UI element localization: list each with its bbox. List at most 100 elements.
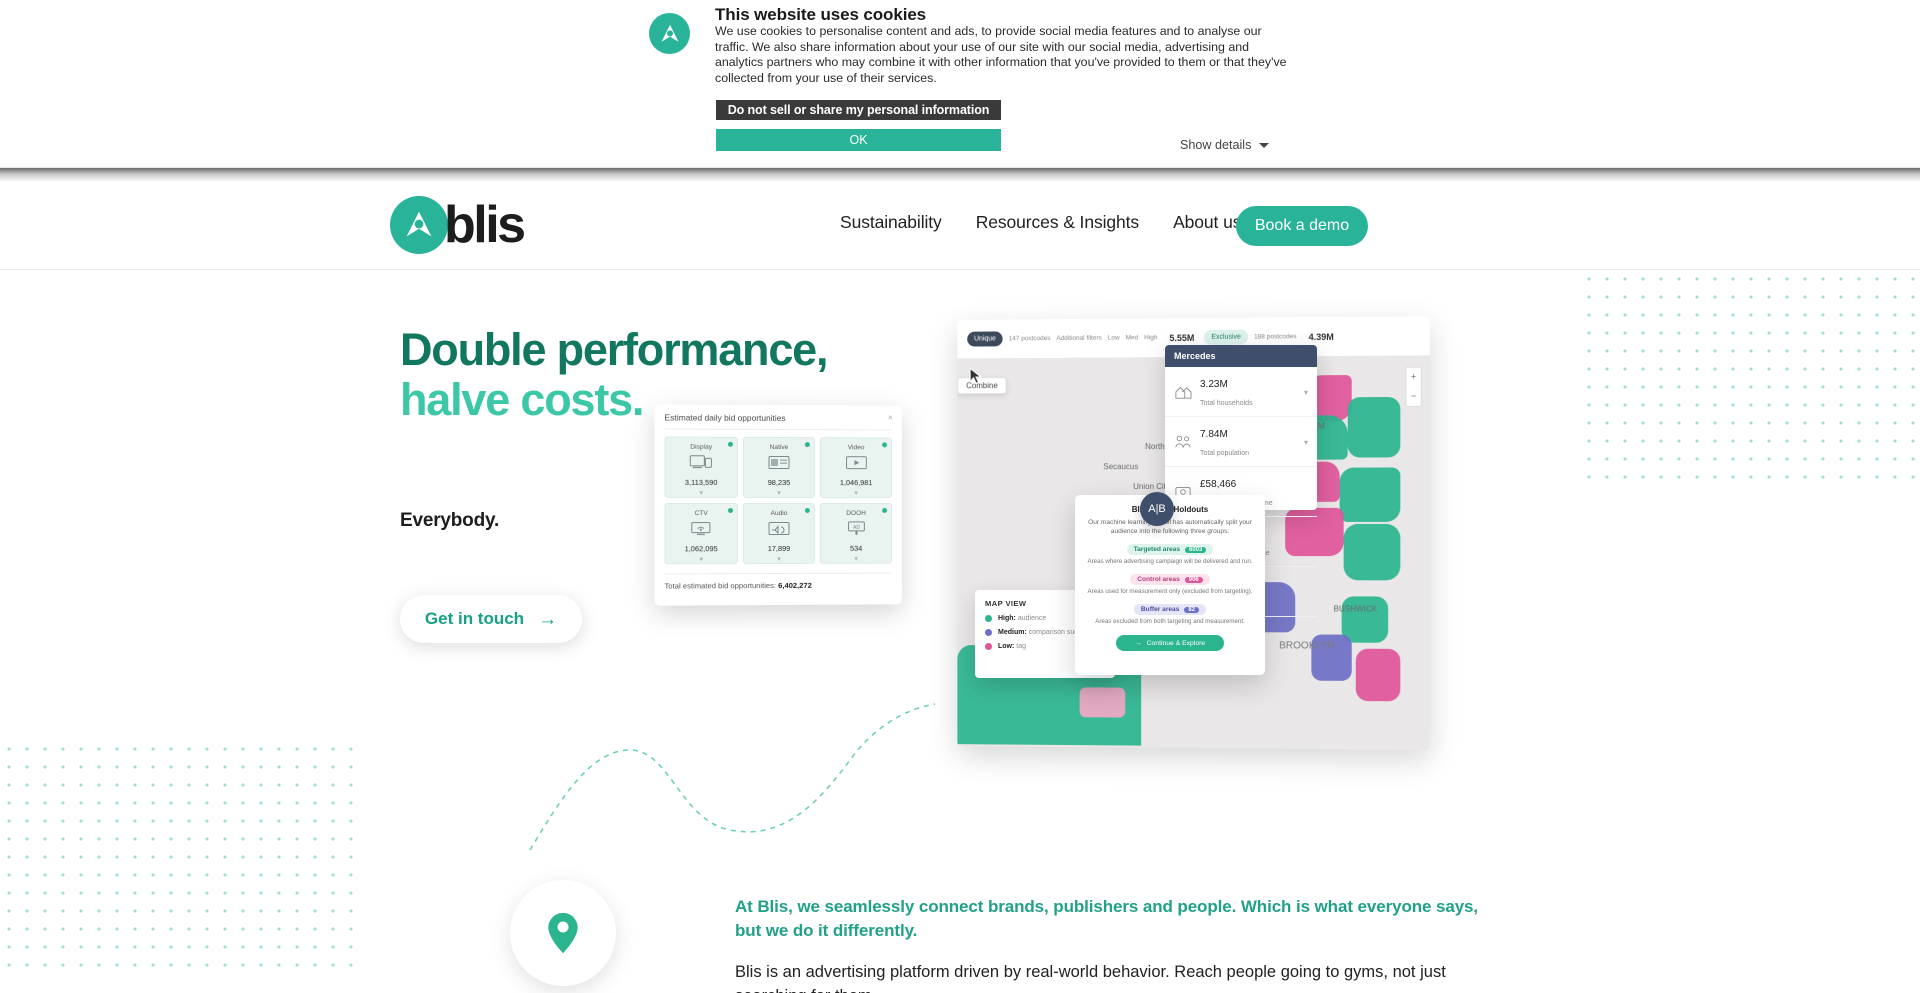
logo-wordmark: blis xyxy=(444,196,526,254)
intro-paragraph: Blis is an advertising platform driven b… xyxy=(735,963,1446,993)
bid-tile-name: Video xyxy=(847,444,865,452)
map-toggle-low[interactable]: Low xyxy=(1108,335,1120,342)
bid-tile-name: Native xyxy=(769,443,789,452)
location-pin-badge xyxy=(510,880,616,986)
smart-holdouts-card[interactable]: Blis Smart Holdouts Our machine learning… xyxy=(1075,495,1265,675)
cursor-pointer-icon xyxy=(969,367,983,385)
chevron-down-icon xyxy=(1259,142,1270,148)
cookie-banner-title: This website uses cookies xyxy=(715,5,927,24)
show-details-toggle[interactable]: Show details xyxy=(1180,138,1270,152)
zoom-in-button[interactable]: + xyxy=(1411,368,1416,387)
map-postcode-count-2: 188 postcodes xyxy=(1253,333,1297,341)
status-dot-icon xyxy=(882,442,888,448)
close-icon[interactable]: × xyxy=(888,413,893,423)
dot-pattern-bottom-left xyxy=(0,740,360,970)
get-in-touch-button[interactable]: Get in touch → xyxy=(400,595,582,643)
holdout-group-desc: Areas where advertising campaign will be… xyxy=(1087,558,1253,565)
status-dot-icon xyxy=(727,441,733,447)
bid-tile[interactable]: DOOH AD 534 ▾ xyxy=(820,503,892,564)
legend-color-swatch xyxy=(985,643,992,650)
bid-tile-value: 17,899 xyxy=(767,543,791,554)
bid-tile-name: CTV xyxy=(694,510,708,518)
legend-color-swatch xyxy=(985,629,992,636)
map-toggle-med[interactable]: Med xyxy=(1126,334,1139,341)
ab-test-avatar: A|B xyxy=(1140,492,1174,526)
blis-logo-icon xyxy=(390,196,448,254)
site-logo[interactable]: blis xyxy=(390,196,526,254)
holdout-group-chip: Buffer areas 82 xyxy=(1133,604,1207,615)
zoom-out-button[interactable]: − xyxy=(1411,387,1416,406)
chevron-down-icon[interactable]: ▾ xyxy=(1304,438,1308,447)
cookie-consent-banner: This website uses cookies We use cookies… xyxy=(0,0,1920,168)
map-additional-filters[interactable]: Additional filters xyxy=(1056,335,1101,342)
chevron-down-icon[interactable]: ▾ xyxy=(777,489,781,497)
holdouts-subtitle: Our machine learning model has automatic… xyxy=(1088,519,1252,535)
main-navigation: Sustainability Resources & Insights Abou… xyxy=(840,212,1241,233)
chevron-down-icon[interactable]: ▾ xyxy=(699,555,703,563)
hero-subhead: Everybody. xyxy=(400,510,500,531)
nav-item-about-us[interactable]: About us xyxy=(1173,212,1241,233)
map-label: BROOKLYN xyxy=(1279,640,1335,652)
cookie-ok-button[interactable]: OK xyxy=(716,129,1001,151)
map-region xyxy=(1339,467,1401,522)
audience-insights-card[interactable]: Mercedes 3.23M Total households ▾ 7.84M … xyxy=(1165,345,1317,617)
continue-explore-button[interactable]: → Continue & Explore xyxy=(1116,635,1224,651)
audience-row: 7.84M Total population ▾ xyxy=(1165,417,1317,467)
chevron-down-icon[interactable]: ▾ xyxy=(1304,388,1308,397)
headline-line-1: Double performance, xyxy=(400,324,828,375)
banner-shadow-divider xyxy=(0,168,1920,182)
display-icon xyxy=(690,455,712,475)
nav-item-resources-insights[interactable]: Resources & Insights xyxy=(976,212,1139,233)
chevron-down-icon[interactable]: ▾ xyxy=(699,489,703,497)
chevron-down-icon[interactable]: ▾ xyxy=(854,489,857,497)
video-icon xyxy=(845,455,867,475)
holdout-group-desc: Areas excluded from both targeting and m… xyxy=(1095,618,1245,625)
bid-opportunities-card[interactable]: Estimated daily bid opportunities × Disp… xyxy=(654,404,902,606)
holdout-group-label: Targeted areas xyxy=(1133,546,1181,553)
get-in-touch-label: Get in touch xyxy=(424,609,525,628)
map-chip-unique[interactable]: Unique xyxy=(967,331,1003,347)
legend-item-label: High: xyxy=(998,615,1016,622)
chevron-down-icon[interactable]: ▾ xyxy=(854,555,857,563)
bid-footer-value: 6,402,272 xyxy=(778,580,812,591)
ctv-icon xyxy=(690,521,712,541)
nav-item-sustainability[interactable]: Sustainability xyxy=(840,212,942,233)
bid-tile[interactable]: CTV 1,062,095 ▾ xyxy=(664,502,738,565)
map-postcode-count: 147 postcodes xyxy=(1008,335,1051,343)
status-dot-icon xyxy=(805,507,811,513)
bid-tile[interactable]: Display 3,113,590 ▾ xyxy=(664,436,738,498)
bid-tile-name: DOOH xyxy=(846,509,866,517)
holdout-group-label: Control areas xyxy=(1137,576,1180,583)
chevron-down-icon[interactable]: ▾ xyxy=(777,555,781,563)
map-toggle-high[interactable]: High xyxy=(1144,334,1157,341)
site-header: blis Sustainability Resources & Insights… xyxy=(0,182,1920,270)
bid-tile-name: Audio xyxy=(770,509,788,518)
map-zoom-controls[interactable]: + − xyxy=(1405,366,1422,407)
arrow-right-icon: → xyxy=(1134,639,1142,647)
population-icon xyxy=(1174,434,1192,450)
audience-row-value: 7.84M xyxy=(1200,429,1228,440)
bid-footer-label: Total estimated bid opportunities: xyxy=(664,581,777,591)
page-root: This website uses cookies We use cookies… xyxy=(0,0,1920,993)
location-pin-icon xyxy=(548,912,578,954)
bid-tile[interactable]: Audio 17,899 ▾ xyxy=(742,502,816,565)
map-region xyxy=(1079,687,1126,718)
map-label: BUSHWICK xyxy=(1333,604,1378,614)
divider xyxy=(664,572,892,575)
audience-row-label: Total population xyxy=(1200,450,1250,457)
bid-tile[interactable]: Video 1,046,981 ▾ xyxy=(820,437,892,499)
holdout-group-chip: Targeted areas 6003 xyxy=(1126,544,1214,555)
map-chip-exclusive[interactable]: Exclusive xyxy=(1204,329,1248,345)
show-details-label: Show details xyxy=(1180,138,1252,152)
map-region xyxy=(1343,523,1401,581)
book-a-demo-button[interactable]: Book a demo xyxy=(1236,206,1368,246)
legend-item-text: audience xyxy=(1015,615,1047,622)
intro-lede: At Blis, we seamlessly connect brands, p… xyxy=(735,897,1479,940)
map-region xyxy=(1355,648,1401,702)
legend-color-swatch xyxy=(985,615,992,622)
bid-card-footer: Total estimated bid opportunities: 6,402… xyxy=(665,581,812,591)
map-label: Secaucus xyxy=(1103,462,1139,472)
dooh-icon: AD xyxy=(845,521,867,541)
do-not-sell-button[interactable]: Do not sell or share my personal informa… xyxy=(716,100,1001,120)
bid-tile[interactable]: Native 98,235 ▾ xyxy=(742,436,816,499)
